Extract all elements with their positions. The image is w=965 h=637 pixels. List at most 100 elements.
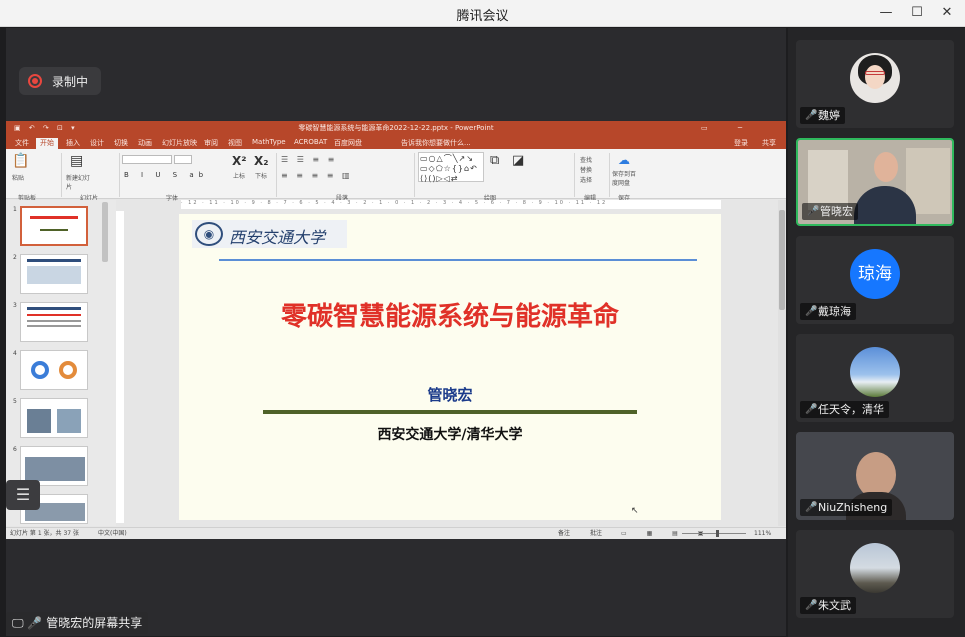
tab-file[interactable]: 文件 <box>15 138 29 148</box>
participant-tile[interactable]: 🎤 任天令，清华 <box>796 334 954 422</box>
participant-name-text: 管晓宏 <box>820 205 853 218</box>
thumbnail-slide-2[interactable] <box>20 254 88 294</box>
screen-share-icon: 🖵 <box>12 616 24 630</box>
mic-on-icon: 🎤 <box>807 206 820 217</box>
recording-label: 录制中 <box>52 75 89 89</box>
record-icon <box>28 74 42 88</box>
comments-button[interactable]: 批注 <box>590 528 602 539</box>
participant-name-text: NiuZhisheng <box>818 501 888 514</box>
tab-acrobat[interactable]: ACROBAT <box>294 138 327 146</box>
paste-icon[interactable]: 📋 <box>12 153 29 169</box>
share-link[interactable]: 共享 <box>762 138 776 148</box>
thumbnail-slide-1[interactable] <box>20 206 88 246</box>
thumb-number: 2 <box>13 254 17 261</box>
shapes-gallery[interactable]: ▭○△⌒╲↗↘ ▭◇⬠☆{}⌂↶ ⟨⟩()▷◁⇄ <box>418 152 484 183</box>
slide-thumbnails: 1 2 3 4 5 6 <box>6 200 116 526</box>
mic-muted-icon: 🎤 <box>805 306 818 317</box>
screen-share-owner: 管晓宏的屏幕共享 <box>46 616 143 630</box>
participant-name-text: 朱文武 <box>818 599 851 612</box>
avatar: 琼海 <box>850 249 900 299</box>
maximize-icon[interactable]: ☐ <box>904 3 930 23</box>
ribbon-separator <box>414 153 415 197</box>
font-name-box[interactable] <box>122 155 172 164</box>
logo-text: 西安交通大学 <box>229 228 326 247</box>
align-icons[interactable]: ≡ ≡ ≡ ≡ ▥ <box>281 171 353 180</box>
tell-me-search[interactable]: 告诉我你想要做什么... <box>401 138 471 148</box>
tab-view[interactable]: 视图 <box>228 138 242 148</box>
close-icon[interactable]: ✕ <box>934 3 960 23</box>
new-slide-icon[interactable]: ▤ <box>70 153 83 169</box>
window-title: 腾讯会议 <box>456 9 509 24</box>
subscript-button[interactable]: 下标 <box>255 171 267 180</box>
participant-tile[interactable]: 🎤 魏婷 <box>796 40 954 128</box>
ribbon-separator <box>61 153 62 197</box>
mouse-cursor-icon: ↖ <box>631 506 639 516</box>
superscript-button[interactable]: 上标 <box>233 171 245 180</box>
tab-insert[interactable]: 插入 <box>66 138 80 148</box>
tab-baidu-netdisk[interactable]: 百度网盘 <box>334 138 362 148</box>
university-logo: ◉ 西安交通大学 <box>192 220 347 248</box>
font-format-icons[interactable]: B I U S ab <box>124 171 208 179</box>
arrange-icon[interactable]: ⧉ <box>490 153 499 168</box>
select-button[interactable]: 选择 <box>580 175 592 184</box>
app-titlebar: 腾讯会议 — ☐ ✕ <box>0 0 965 27</box>
avatar <box>850 53 900 103</box>
participant-name: 🎤 NiuZhisheng <box>800 499 893 516</box>
subscript-icon[interactable]: X₂ <box>254 154 269 168</box>
thumbnail-scrollbar[interactable] <box>102 202 108 262</box>
find-button[interactable]: 查找 <box>580 155 592 164</box>
participant-name: 🎤 戴琼海 <box>800 303 856 320</box>
avatar <box>850 347 900 397</box>
login-link[interactable]: 登录 <box>734 138 748 148</box>
mic-muted-icon: 🎤 <box>805 600 818 611</box>
thumbnail-slide-5[interactable] <box>20 398 88 438</box>
scroll-thumb[interactable] <box>779 210 785 310</box>
paste-button[interactable]: 粘贴 <box>12 173 24 182</box>
ribbon-separator <box>609 153 610 197</box>
baidu-cloud-icon[interactable]: ☁ <box>618 153 630 167</box>
participant-name: 🎤 魏婷 <box>800 107 845 124</box>
slide-affiliation: 西安交通大学/清华大学 <box>377 427 523 443</box>
slide-scrollbar[interactable] <box>778 200 786 526</box>
tab-mathtype[interactable]: MathType <box>252 138 286 146</box>
thumb-number: 1 <box>13 206 17 213</box>
ribbon-separator <box>119 153 120 197</box>
superscript-icon[interactable]: X² <box>232 154 247 168</box>
thumbnail-slide-4[interactable] <box>20 350 88 390</box>
thumbnail-slide-3[interactable] <box>20 302 88 342</box>
ppt-document-title: 零碳智慧能源系统与能源革命2022-12-22.pptx - PowerPoin… <box>298 124 494 132</box>
slide-count: 幻灯片 第 1 张，共 37 张 <box>10 530 79 537</box>
zoom-slider-thumb[interactable] <box>716 530 719 537</box>
list-toggle-icon[interactable]: ☰ <box>6 480 40 510</box>
notes-button[interactable]: 备注 <box>558 528 570 539</box>
group-font: 字体 <box>166 195 179 202</box>
minimize-icon[interactable]: — <box>873 3 899 23</box>
participant-tile-active[interactable]: 🎤 管晓宏 <box>796 138 954 226</box>
participant-tile[interactable]: 琼海 🎤 戴琼海 <box>796 236 954 324</box>
tab-slideshow[interactable]: 幻灯片放映 <box>162 138 197 148</box>
tab-animations[interactable]: 动画 <box>138 138 152 148</box>
tab-transitions[interactable]: 切换 <box>114 138 128 148</box>
slide-canvas[interactable]: ◉ 西安交通大学 零碳智慧能源系统与能源革命 管晓宏 西安交通大学/清华大学 ↖ <box>179 214 721 520</box>
zoom-level[interactable]: 111% <box>754 528 771 539</box>
thumb-number: 6 <box>13 446 17 453</box>
new-slide-button[interactable]: 新建幻灯片 <box>66 173 92 191</box>
recording-indicator[interactable]: 录制中 <box>19 67 101 95</box>
quick-styles-icon[interactable]: ◪ <box>512 153 524 168</box>
zoom-slider[interactable] <box>682 533 746 534</box>
participant-name-text: 任天令，清华 <box>818 403 884 416</box>
tab-design[interactable]: 设计 <box>90 138 104 148</box>
powerpoint-window: ▣ ↶ ↷ ⊡ ▾ 零碳智慧能源系统与能源革命2022-12-22.pptx -… <box>6 121 786 539</box>
replace-button[interactable]: 替换 <box>580 165 592 174</box>
save-to-cloud-button[interactable]: 保存到百度网盘 <box>612 169 638 187</box>
paragraph-icons[interactable]: ☰ ☰ ≡ ≡ <box>281 155 337 164</box>
font-size-box[interactable] <box>174 155 192 164</box>
tab-home[interactable]: 开始 <box>36 138 58 149</box>
slide-title: 零碳智慧能源系统与能源革命 <box>280 302 619 332</box>
screen-share-label: 🖵 🎤 管晓宏的屏幕共享 <box>6 612 149 634</box>
participant-tile[interactable]: 🎤 朱文武 <box>796 530 954 618</box>
participant-tile[interactable]: 🎤 NiuZhisheng <box>796 432 954 520</box>
ribbon-separator <box>276 153 277 197</box>
vertical-ruler <box>116 211 124 523</box>
tab-review[interactable]: 审阅 <box>204 138 218 148</box>
